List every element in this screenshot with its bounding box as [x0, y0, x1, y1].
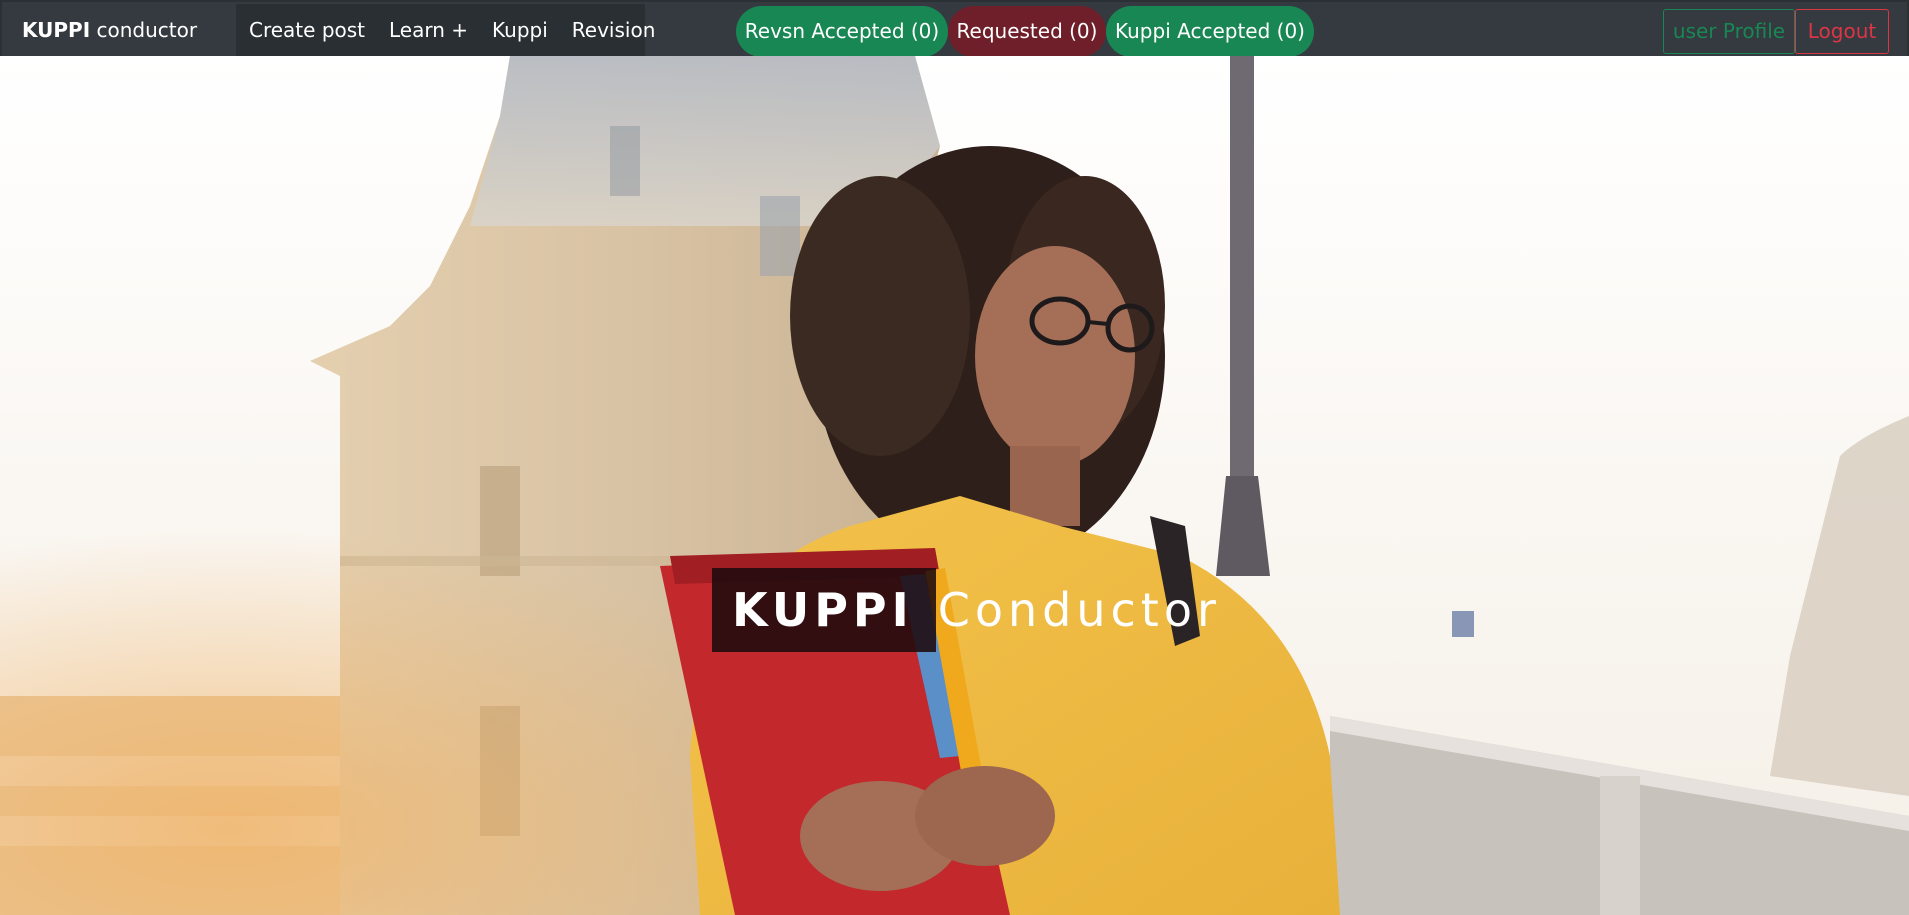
hero-title: KUPPI Conductor	[712, 568, 1221, 652]
nav-create-post[interactable]: Create post	[236, 18, 377, 42]
revsn-accepted-button[interactable]: Revsn Accepted (0)	[736, 6, 948, 57]
nav-revision[interactable]: Revision	[560, 18, 668, 42]
nav-learn-dropdown[interactable]: Learn +	[377, 18, 480, 42]
nav-links: Create post Learn + Kuppi Revision	[236, 4, 655, 56]
brand-logo[interactable]: KUPPI conductor	[22, 2, 197, 58]
user-profile-button[interactable]: user Profile	[1663, 9, 1795, 54]
logout-button[interactable]: Logout	[1795, 9, 1889, 54]
brand-bold: KUPPI	[22, 18, 91, 42]
requested-button[interactable]: Requested (0)	[948, 6, 1106, 57]
top-navbar: KUPPI conductor Create post Learn + Kupp…	[0, 0, 1909, 58]
hero-background-image	[0, 56, 1909, 915]
hero-section: KUPPI Conductor	[0, 56, 1909, 915]
hero-title-conductor: Conductor	[937, 583, 1221, 637]
brand-rest: conductor	[90, 18, 198, 42]
nav-kuppi[interactable]: Kuppi	[480, 18, 560, 42]
hero-title-kuppi: KUPPI	[712, 568, 936, 652]
kuppi-accepted-button[interactable]: Kuppi Accepted (0)	[1106, 6, 1314, 57]
